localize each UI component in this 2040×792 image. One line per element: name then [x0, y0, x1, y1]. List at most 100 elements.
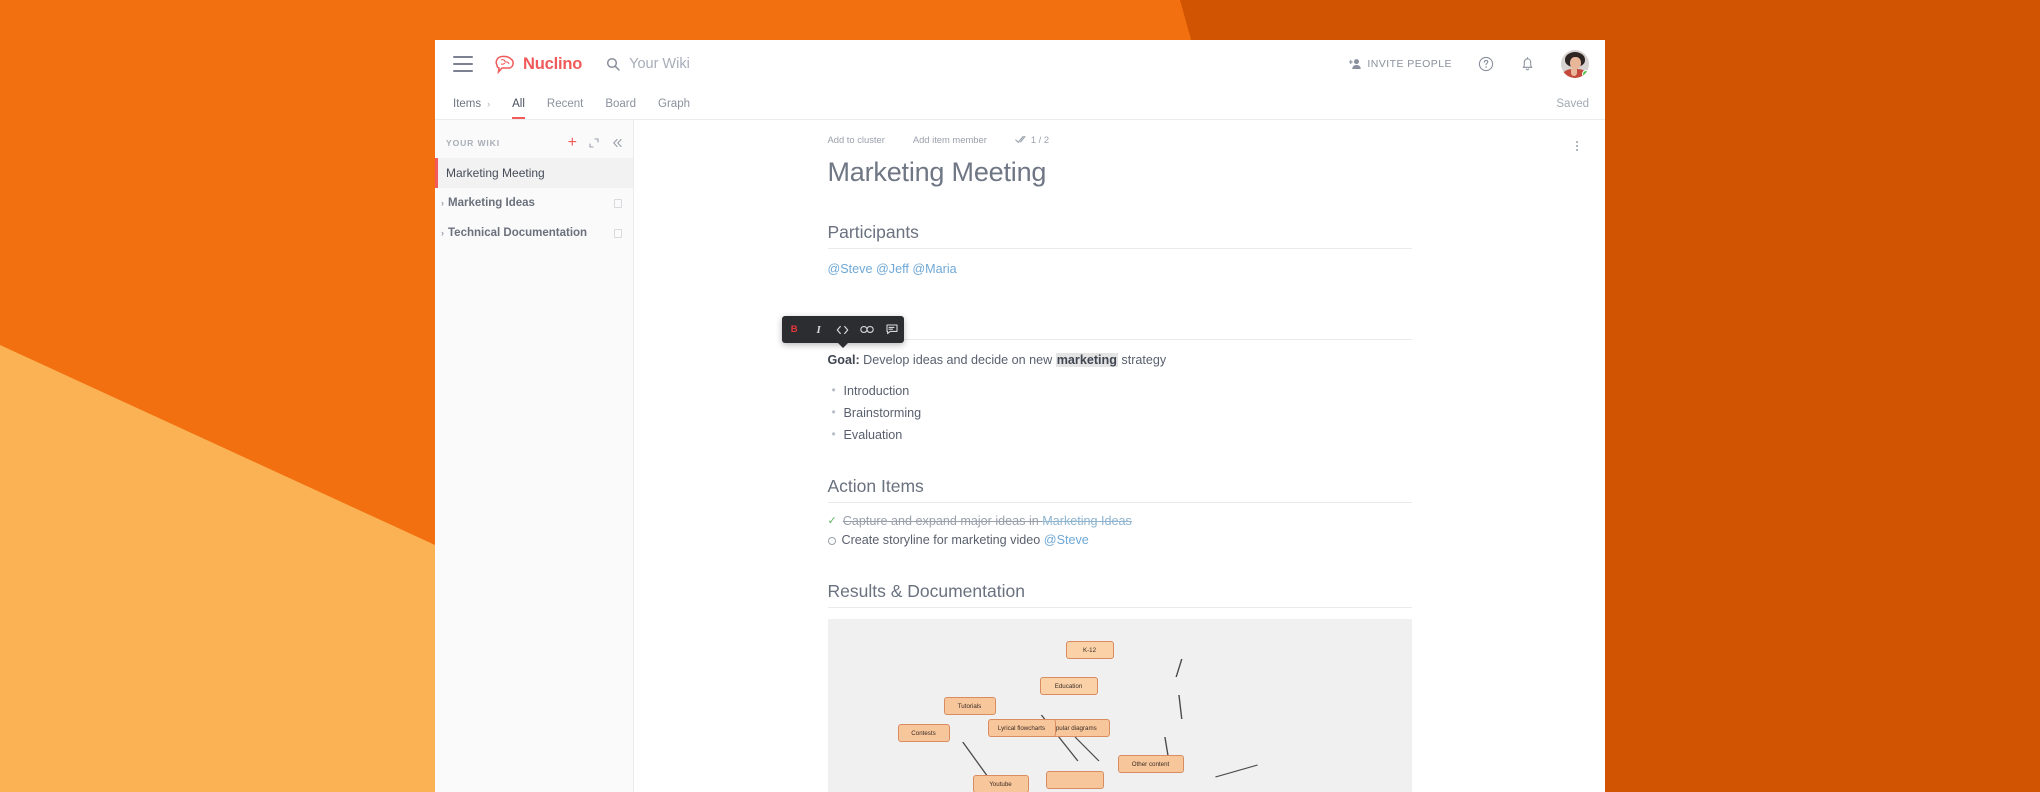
tab-board[interactable]: Board: [596, 88, 645, 119]
agenda-goal-text-after: strategy: [1117, 352, 1167, 367]
hamburger-icon[interactable]: [453, 56, 473, 72]
node-tutorials[interactable]: Tutorials: [943, 697, 996, 716]
participants-heading: Participants: [827, 222, 1412, 249]
tab-graph-label: Graph: [658, 97, 690, 110]
document-pane: Add to cluster Add item member 1 / 2 Mar…: [634, 120, 1605, 792]
list-item[interactable]: Evaluation: [828, 427, 1412, 442]
results-heading: Results & Documentation: [827, 581, 1412, 609]
agenda-heading: Agenda: [827, 313, 1412, 340]
sidebar-item-marketing-meeting[interactable]: Marketing Meeting: [435, 158, 633, 188]
bell-icon: [1522, 57, 1533, 71]
comment-button[interactable]: [882, 320, 902, 340]
invite-people-button[interactable]: INVITE PEOPLE: [1349, 58, 1452, 70]
app-window: Nuclino Your Wiki INVITE PEOPLE Items › …: [435, 40, 1605, 792]
document: Add to cluster Add item member 1 / 2 Mar…: [827, 120, 1412, 792]
section-action-items: Action Items ✓ Capture and expand major …: [827, 476, 1412, 547]
top-bar-actions: INVITE PEOPLE: [1349, 50, 1589, 78]
node-lyrical-flowcharts[interactable]: Lyrical flowcharts: [987, 719, 1056, 738]
check-icon[interactable]: ✓: [828, 514, 837, 529]
list-item[interactable]: Introduction: [828, 383, 1412, 398]
presence-indicator: [1582, 70, 1589, 78]
task-text: Capture and expand major ideas in: [842, 513, 1043, 528]
code-icon: [837, 325, 849, 334]
node-other-content[interactable]: Other content: [1117, 755, 1184, 774]
sidebar-header-title: YOUR WIKI: [446, 138, 500, 148]
agenda-goal-label: Goal:: [827, 352, 860, 367]
edge-education-popular: [1177, 695, 1182, 720]
breadcrumb-items[interactable]: Items ›: [453, 88, 499, 119]
tab-recent-label: Recent: [546, 97, 584, 110]
bold-button[interactable]: B: [784, 320, 804, 340]
edge-contests-youtube: [961, 741, 990, 780]
save-status-label: Saved: [1556, 97, 1589, 110]
section-agenda: Agenda Goal: Develop ideas and decide on…: [827, 313, 1412, 442]
chevron-right-icon: ›: [441, 198, 444, 208]
chevron-double-left-icon[interactable]: [611, 137, 623, 149]
task-label: Create storyline for marketing video @St…: [842, 533, 1089, 547]
question-circle-icon: [1478, 56, 1494, 72]
help-button[interactable]: [1478, 56, 1494, 72]
section-participants: Participants @Steve @Jeff @Maria: [827, 222, 1412, 279]
brand-logo-group[interactable]: Nuclino: [493, 54, 582, 74]
checkbox-icon[interactable]: [827, 537, 836, 546]
avatar-arm: [1571, 67, 1577, 76]
task-link[interactable]: Marketing Ideas: [1042, 514, 1132, 528]
check-tasks-icon: [1015, 135, 1026, 143]
italic-button[interactable]: I: [809, 320, 829, 340]
participant-mentions[interactable]: @Steve @Jeff @Maria: [828, 262, 957, 276]
node-youtube[interactable]: Youtube: [972, 775, 1029, 792]
node-k12[interactable]: K-12: [1065, 641, 1114, 660]
search-input[interactable]: Your Wiki: [606, 56, 690, 72]
comment-icon: [886, 324, 898, 335]
italic-icon: I: [816, 323, 821, 336]
breadcrumb-items-label: Items: [453, 97, 482, 110]
expand-icon[interactable]: [588, 137, 600, 149]
search-icon: [607, 57, 620, 71]
page-title[interactable]: Marketing Meeting: [828, 157, 1412, 188]
node-contests[interactable]: Contests: [897, 724, 950, 743]
code-button[interactable]: [833, 320, 853, 340]
bold-icon: B: [790, 324, 798, 335]
tab-all[interactable]: All: [503, 88, 534, 119]
tab-graph[interactable]: Graph: [649, 88, 699, 119]
section-results: Results & Documentation K-12 Education P…: [827, 581, 1412, 792]
node-education[interactable]: Education: [1039, 677, 1098, 696]
sidebar-item-badge: [614, 228, 622, 238]
top-bar: Nuclino Your Wiki INVITE PEOPLE: [435, 40, 1605, 88]
list-item[interactable]: Brainstorming: [828, 405, 1412, 420]
nuclino-brain-icon: [495, 55, 514, 74]
tab-all-label: All: [512, 97, 525, 110]
add-person-icon: [1349, 59, 1362, 69]
agenda-goal[interactable]: Goal: Develop ideas and decide on new ma…: [828, 351, 1412, 370]
agenda-goal-highlight[interactable]: marketing: [1055, 352, 1118, 367]
link-button[interactable]: [857, 320, 877, 340]
more-vertical-icon[interactable]: [1576, 141, 1578, 151]
save-status: Saved: [1556, 88, 1589, 119]
task-mention[interactable]: @Steve: [1044, 533, 1089, 547]
plus-icon[interactable]: +: [568, 135, 577, 151]
task-item-open[interactable]: Create storyline for marketing video @St…: [827, 533, 1412, 547]
edge-lyrical-youtube: [1074, 736, 1100, 762]
search-placeholder: Your Wiki: [629, 56, 690, 72]
notifications-button[interactable]: [1520, 56, 1535, 72]
task-item-completed[interactable]: ✓ Capture and expand major ideas in Mark…: [828, 514, 1412, 529]
edge-k12-education: [1174, 659, 1182, 678]
sidebar-header-actions: +: [568, 135, 623, 151]
sidebar-item-label: Technical Documentation: [448, 227, 588, 239]
agenda-list: Introduction Brainstorming Evaluation: [828, 383, 1412, 442]
format-toolbar[interactable]: B I: [782, 316, 904, 343]
sidebar-item-technical-documentation[interactable]: › Technical Documentation: [435, 218, 633, 248]
task-progress-label: 1 / 2: [1030, 134, 1050, 145]
sidebar-item-badge: [614, 198, 622, 208]
sidebar-item-marketing-ideas[interactable]: › Marketing Ideas: [435, 188, 633, 218]
mindmap-diagram[interactable]: K-12 Education Popular diagrams Tutorial…: [827, 619, 1412, 792]
avatar[interactable]: [1561, 50, 1589, 78]
node-unlabeled[interactable]: [1045, 771, 1104, 790]
nav-bar: Items › All Recent Board Graph Saved: [435, 88, 1605, 120]
participants-body[interactable]: @Steve @Jeff @Maria: [828, 260, 1412, 279]
sidebar-item-label: Marketing Ideas: [448, 197, 535, 209]
add-item-member-button[interactable]: Add item member: [913, 134, 987, 145]
task-progress[interactable]: 1 / 2: [1015, 134, 1049, 145]
add-to-cluster-button[interactable]: Add to cluster: [828, 134, 885, 145]
tab-recent[interactable]: Recent: [538, 88, 592, 119]
